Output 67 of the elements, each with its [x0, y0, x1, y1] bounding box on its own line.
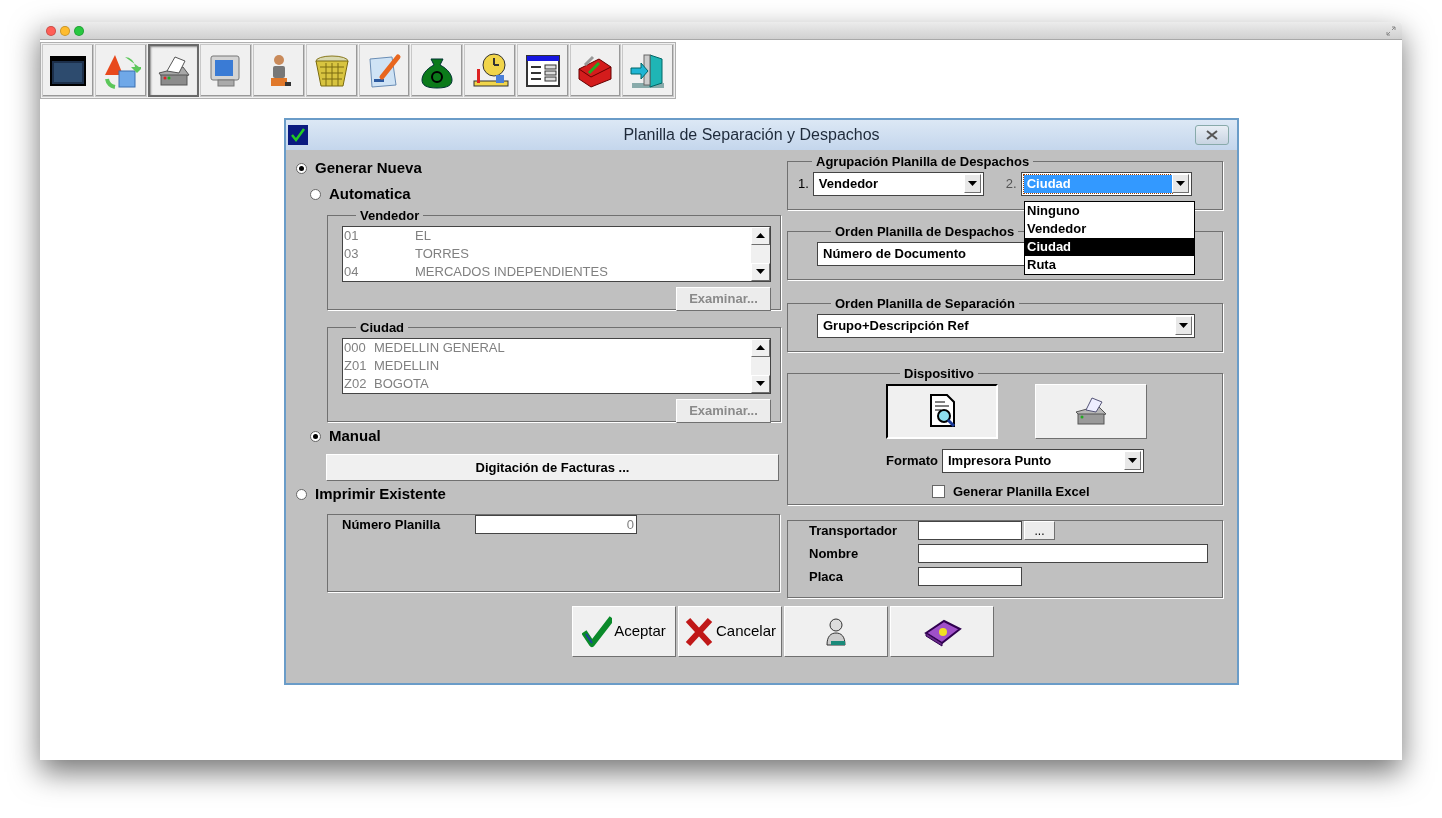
dialog-title: Planilla de Separación y Despachos	[622, 125, 881, 145]
radio-button[interactable]	[310, 430, 321, 442]
check-icon	[288, 125, 308, 145]
scroll-down-button[interactable]	[751, 262, 770, 281]
toolbar-button[interactable]	[411, 44, 463, 97]
radio-label: Manual	[329, 425, 381, 446]
caret-icon	[1179, 323, 1188, 328]
field-label: Número Planilla	[342, 516, 442, 534]
dropdown-field[interactable]: Grupo+Descripción Ref	[817, 313, 1195, 338]
caret-icon	[1175, 181, 1185, 186]
radio-label: Generar Nueva	[315, 157, 422, 178]
caret-icon	[967, 181, 977, 186]
dropdown-option[interactable]: Vendedor	[1025, 220, 1194, 238]
arrow-down-icon	[756, 269, 765, 274]
input-field[interactable]: 0	[475, 515, 637, 535]
radio-button[interactable]	[296, 162, 307, 174]
scroll-up-button[interactable]	[751, 338, 770, 357]
input-field[interactable]	[918, 567, 1022, 586]
field-label: Placa	[809, 567, 844, 586]
toolbar-button[interactable]	[516, 44, 569, 97]
users-button[interactable]	[784, 606, 888, 657]
scrollbar[interactable]	[751, 226, 770, 281]
group-title: Ciudad	[359, 319, 406, 337]
invoice-entry-button[interactable]: Digitación de Facturas ...	[326, 454, 779, 481]
output-device-button[interactable]	[886, 383, 998, 439]
close-icon	[1205, 130, 1219, 140]
scroll-up-button[interactable]	[751, 226, 770, 245]
help-button[interactable]	[890, 606, 994, 657]
toolbar-button[interactable]	[569, 44, 622, 97]
arrow-up-icon	[756, 345, 765, 350]
radio-button[interactable]	[296, 488, 307, 500]
browse-button[interactable]: ...	[1024, 521, 1055, 540]
field-label: Formato	[886, 451, 938, 470]
accept-button[interactable]: Aceptar	[572, 606, 676, 657]
checkbox-label: Generar Planilla Excel	[953, 482, 1090, 501]
toolbar-button[interactable]	[42, 44, 94, 97]
group-title: Vendedor	[359, 207, 421, 225]
radio-label: Automatica	[329, 183, 411, 204]
field-number: 2.	[1005, 174, 1017, 193]
input-field[interactable]	[918, 544, 1208, 563]
close-button[interactable]	[1195, 125, 1229, 145]
input-field[interactable]	[918, 521, 1022, 540]
cancel-button[interactable]: Cancelar	[678, 606, 782, 657]
radio-button[interactable]	[310, 188, 321, 200]
dropdown-option[interactable]: Ninguno	[1025, 202, 1194, 220]
group-title: Dispositivo	[903, 365, 976, 383]
field-label: Transportador	[809, 521, 899, 540]
dropdown-field[interactable]: Impresora Punto	[942, 448, 1144, 473]
checkbox[interactable]	[932, 484, 945, 498]
arrow-down-icon	[756, 381, 765, 386]
cross-icon	[684, 615, 714, 648]
field-label: Nombre	[809, 544, 860, 563]
dropdown-option[interactable]: Ciudad	[1025, 238, 1194, 256]
zoom-button[interactable]	[74, 25, 84, 36]
scroll-down-button[interactable]	[751, 374, 770, 393]
field-number: 1.	[798, 174, 809, 193]
group-title: Agrupación Planilla de Despachos	[815, 153, 1031, 171]
arrow-up-icon	[756, 233, 765, 238]
group-title: Orden Planilla de Separación	[834, 295, 1016, 313]
scrollbar[interactable]	[751, 338, 770, 393]
group-title: Orden Planilla de Despachos	[834, 223, 1016, 241]
check-icon	[582, 615, 613, 648]
dropdown-field[interactable]: Vendedor	[812, 171, 984, 196]
resize-icon	[1386, 25, 1396, 36]
toolbar-button[interactable]	[464, 44, 516, 97]
caret-icon	[1128, 458, 1137, 463]
radio-label: Imprimir Existente	[315, 483, 446, 504]
